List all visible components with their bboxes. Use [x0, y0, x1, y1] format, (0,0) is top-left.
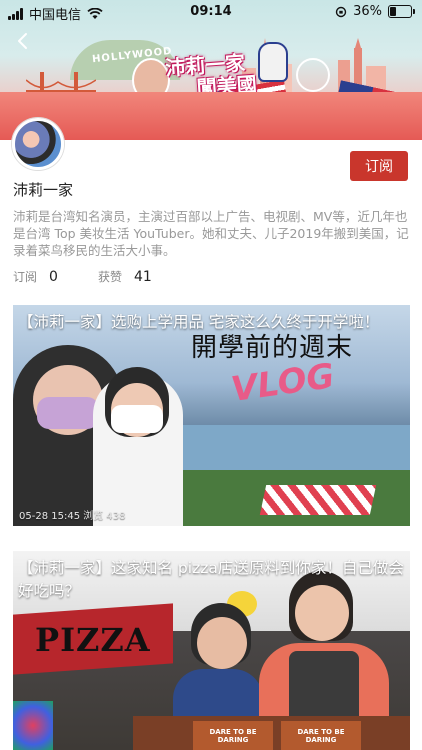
- thumbnail-decor: [13, 701, 53, 750]
- battery-percent: 36%: [353, 4, 382, 19]
- channel-description: 沛莉是台湾知名演员，主演过百部以上广告、电视剧、MV等，近几年也是台湾 Top …: [13, 209, 409, 258]
- thumbnail-pizza-box: DARE TO BE DARING: [193, 721, 273, 750]
- thumbnail-pizza-box: DARE TO BE DARING: [281, 721, 361, 750]
- thumbnail-face-mask: [37, 397, 99, 429]
- thumbnail-lake: [163, 425, 410, 475]
- thumbnail-face-mask: [111, 405, 163, 433]
- likes-count-value: 41: [133, 268, 152, 285]
- status-right: 36%: [335, 4, 415, 19]
- channel-name: 沛莉一家: [13, 181, 74, 199]
- video-title: 【沛莉一家】选购上学用品 宅家这么久终于开学啦！: [18, 313, 380, 331]
- banner-mascot-illustration: [258, 42, 288, 82]
- channel-avatar[interactable]: [12, 118, 64, 170]
- thumbnail-child-face: [197, 617, 247, 669]
- thumbnail-picnic-blanket: [259, 485, 377, 515]
- subscribe-count-value: 0: [49, 268, 58, 285]
- battery-icon: [388, 5, 415, 18]
- likes-count-label: 获赞: [97, 270, 122, 284]
- back-arrow-icon[interactable]: [14, 32, 32, 50]
- thumbnail-vlog-text: VLOG: [228, 355, 337, 411]
- banner-ground: [0, 92, 422, 140]
- subscribe-count-label: 订阅: [13, 270, 38, 284]
- channel-stats: 订阅 0 获赞 41: [13, 268, 152, 285]
- video-title: 【沛莉一家】这家知名 pizza店送原料到你家！自己做会好吃吗？: [18, 559, 404, 600]
- battery-fill: [390, 7, 397, 16]
- video-card[interactable]: 開學前的週末 VLOG 【沛莉一家】选购上学用品 宅家这么久终于开学啦！ 05-…: [13, 305, 410, 526]
- thumbnail-pizza-text: PIZZA: [35, 621, 151, 659]
- video-meta: 05-28 15:45 浏览 438: [19, 511, 126, 522]
- banner-ferris-wheel: [296, 58, 330, 92]
- video-card[interactable]: PIZZA DARE TO BE DARING DARE TO BE DARIN…: [13, 551, 410, 750]
- orientation-lock-icon: [335, 6, 347, 17]
- status-bar: 中国电信 09:14 36%: [0, 0, 422, 24]
- subscribe-button[interactable]: 订阅: [350, 151, 408, 181]
